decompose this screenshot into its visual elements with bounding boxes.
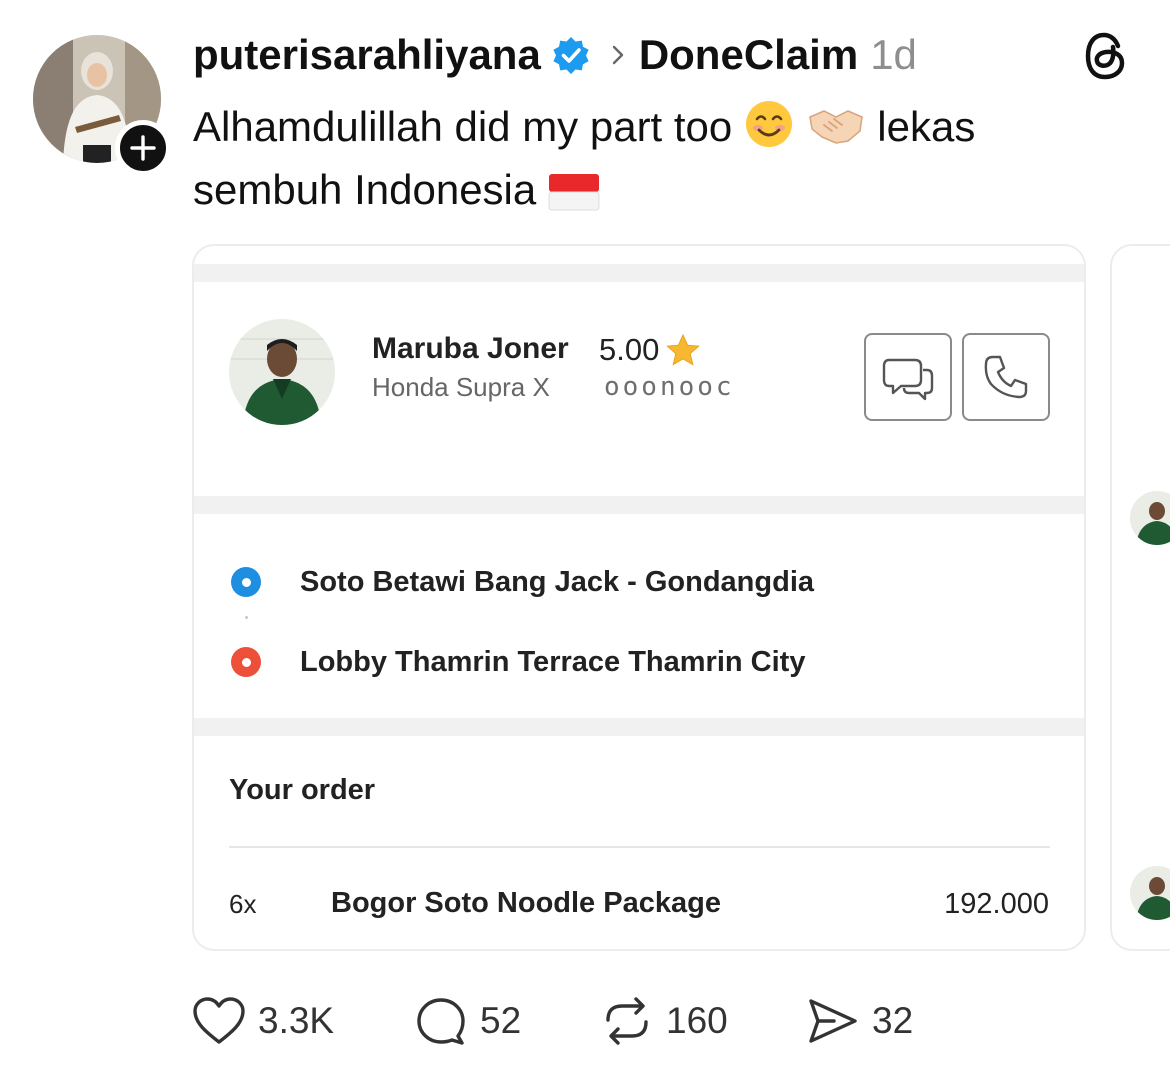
star-icon [666,333,701,366]
driver-avatar-peek [1130,491,1170,545]
post-header: puterisarahliyana DoneClaim 1d [193,28,917,82]
driver-vehicle: Honda Supra X [372,372,550,402]
repost-button[interactable]: 160 [600,996,728,1046]
post-text-part1: Alhamdulillah did my part too [193,103,733,150]
driver-rating: 5.00 [599,332,701,368]
order-item-name: Bogor Soto Noodle Package [331,887,721,919]
send-icon [809,999,857,1043]
post-text: Alhamdulillah did my part too lekas semb… [193,95,1073,221]
license-plate: ooonooc [604,372,735,402]
band-top [194,264,1084,282]
pickup-location: Soto Betawi Bang Jack - Gondangdia [300,566,815,598]
call-button[interactable] [962,333,1050,421]
driver-avatar [229,319,335,425]
community-link[interactable]: DoneClaim [639,31,858,79]
like-count: 3.3K [258,1000,335,1041]
comment-bubble-icon [417,998,465,1045]
dropoff-dot-icon [231,647,261,677]
order-screenshot-card[interactable]: Maruba Joner 5.00 Honda Supra X ooonooc … [192,244,1086,951]
rating-value: 5.00 [599,332,660,367]
post-time: 1d [870,31,917,78]
driver-name: Maruba Joner [372,332,569,365]
like-button[interactable]: 3.3K [192,996,334,1046]
comment-count: 52 [480,1000,522,1041]
band-lower [194,718,1084,736]
chevron-right-icon [612,45,624,65]
follow-button[interactable] [115,120,171,176]
repost-count: 160 [666,1000,728,1041]
pickup-dot-icon [231,567,261,597]
post-text-line2: sembuh Indonesia [193,166,537,213]
threads-logo-icon[interactable] [1082,30,1130,82]
order-section-title: Your order [229,774,376,806]
order-divider [229,846,1050,848]
heart-icon [193,997,245,1044]
order-item-qty: 6x [229,889,257,919]
comment-button[interactable]: 52 [414,996,521,1046]
band-middle [194,496,1084,514]
indonesia-flag-emoji [548,174,600,211]
chat-button[interactable] [864,333,952,421]
smiling-face-emoji [745,101,792,147]
repost-icon [606,997,648,1045]
share-count: 32 [872,1000,914,1041]
driver-avatar-peek-2 [1130,866,1170,920]
dropoff-location: Lobby Thamrin Terrace Thamrin City [300,646,806,678]
share-button[interactable]: 32 [806,996,913,1046]
plus-icon [130,135,156,161]
username-link[interactable]: puterisarahliyana [193,31,541,79]
post-text-part2: lekas [877,103,976,150]
next-image-card[interactable] [1110,244,1170,951]
chat-bubble-icon [882,358,934,401]
order-item-price: 192.000 [944,888,1049,920]
route-connector [245,616,248,619]
handshake-emoji [808,110,863,144]
verified-badge-icon [553,37,589,74]
phone-icon [984,355,1028,399]
